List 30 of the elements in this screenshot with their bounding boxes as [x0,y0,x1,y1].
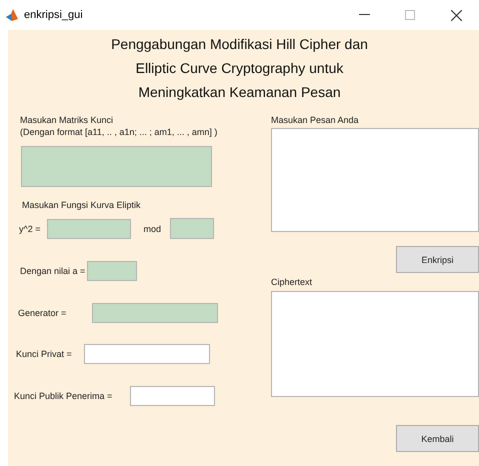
section-label: Masukan Fungsi Kurva Eliptik [22,200,141,210]
back-button[interactable]: Kembali [396,425,479,452]
input-field[interactable] [130,386,216,406]
field-label: y^2 = [19,224,40,234]
curve-equation-field[interactable] [46,218,130,238]
app-icon [6,9,18,21]
close-icon[interactable] [450,10,462,20]
window-title: enkripsi_gui [24,9,84,21]
heading-line: Elliptic Curve Cryptography untuk [136,59,344,77]
field-label: Generator = [18,308,66,318]
heading-line: Meningkatkan Keamanan Pesan [138,83,341,101]
field-label: mod [144,224,162,234]
field-label: Masukan Matriks Kunci [20,115,114,125]
input-field[interactable] [84,344,210,364]
maximize-icon[interactable] [405,10,415,20]
format-hint: (Dengan format [a11, .. , a1n; ... ; am1, ... , amn] ) [20,127,218,137]
field-label: Ciphertext [271,277,314,287]
input-field[interactable] [92,303,218,323]
ciphertext-field[interactable] [271,291,479,397]
field-label: Kunci Privat = [16,349,72,359]
minimize-icon[interactable] [358,14,370,16]
modulus-field[interactable] [170,218,214,239]
field-label: Masukan Pesan Anda [271,115,360,125]
message-field[interactable] [271,128,479,232]
key-matrix-field[interactable] [21,146,212,187]
heading-line: Penggabungan Modifikasi Hill Cipher dan [111,35,368,53]
field-label: Dengan nilai a = [20,266,86,276]
encrypt-button[interactable]: Enkripsi [396,246,479,273]
input-field[interactable] [87,261,138,281]
field-label: Kunci Publik Penerima = [14,391,112,401]
